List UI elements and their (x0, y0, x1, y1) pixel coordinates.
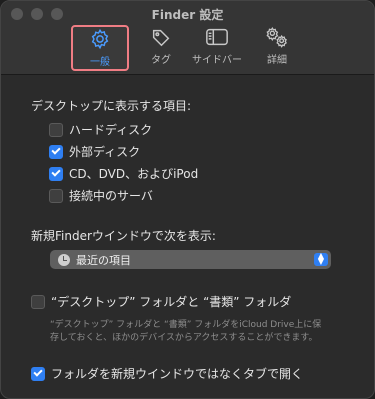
checkbox-row-connected-servers[interactable]: 接続中のサーバ (49, 187, 153, 204)
checkbox[interactable] (31, 294, 45, 309)
tab-general-label: 一般 (90, 57, 110, 68)
checkbox-label: 接続中のサーバ (69, 189, 153, 203)
checkbox-label: フォルダを新規ウインドウではなくタブで開く (51, 367, 304, 381)
tab-general[interactable]: 一般 (71, 25, 129, 71)
tab-tags[interactable]: タグ (141, 25, 181, 71)
checkbox[interactable] (49, 188, 63, 203)
checkbox-row-open-in-tabs[interactable]: フォルダを新規ウインドウではなくタブで開く (31, 365, 303, 382)
chevron-updown-icon: ▲ ▼ (314, 252, 328, 266)
tab-sidebar[interactable]: サイドバー (187, 25, 247, 71)
popup-value: 最近の項目 (76, 253, 131, 267)
gear-icon (73, 27, 127, 51)
new-window-title: 新規Finderウインドウで次を表示: (31, 229, 216, 243)
checkbox-label: 外部ディスク (69, 145, 141, 159)
tab-advanced-label: 詳細 (267, 55, 287, 66)
checkbox-row-hard-disks[interactable]: ハードディスク (49, 121, 152, 138)
window-title: Finder 設定 (151, 8, 224, 22)
checkbox[interactable] (49, 122, 63, 137)
sidebar-icon (187, 25, 247, 49)
tab-advanced[interactable]: 詳細 (257, 25, 297, 71)
icloud-description: “デスクトップ” フォルダと “書類” フォルダをiCloud Drive上に保… (50, 320, 322, 343)
checkbox-row-external-disks[interactable]: 外部ディスク (49, 143, 140, 160)
tab-sidebar-label: サイドバー (192, 55, 242, 66)
finder-settings-window: Finder 設定 一般 タグ サイドバー 詳細 デスクトップに表示する項目: … (0, 0, 375, 399)
checkbox-label: ハードディスク (69, 123, 153, 137)
gears-icon (257, 25, 297, 49)
tab-tags-label: タグ (151, 55, 171, 66)
checkbox-row-cds-dvds[interactable]: CD、DVD、およびiPod (49, 165, 198, 182)
tag-icon (141, 25, 181, 49)
checkbox[interactable] (49, 144, 63, 159)
new-window-popup[interactable]: 最近の項目 ▲ ▼ (50, 250, 331, 269)
checkbox[interactable] (49, 166, 63, 181)
checkbox-row-icloud-folders[interactable]: “デスクトップ” フォルダと “書類” フォルダ (31, 293, 291, 310)
checkbox-label: CD、DVD、およびiPod (69, 167, 199, 181)
clock-icon (58, 253, 70, 266)
desktop-items-title: デスクトップに表示する項目: (31, 99, 192, 113)
checkbox-label: “デスクトップ” フォルダと “書類” フォルダ (51, 295, 292, 309)
titlebar: Finder 設定 一般 タグ サイドバー 詳細 (1, 1, 374, 75)
preferences-toolbar: 一般 タグ サイドバー 詳細 (1, 25, 374, 71)
checkbox[interactable] (31, 366, 45, 381)
